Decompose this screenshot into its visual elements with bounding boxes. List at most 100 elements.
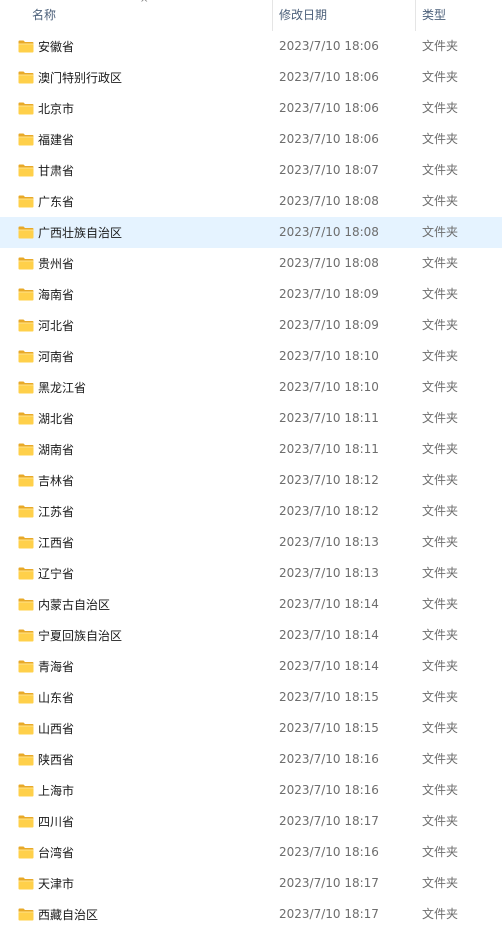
folder-name-cell[interactable]: 青海省 [18,651,74,682]
folder-icon [18,474,34,487]
item-type: 文件夹 [422,504,459,518]
folder-icon [18,102,34,115]
folder-name-cell[interactable]: 湖南省 [18,434,74,465]
folder-row[interactable]: 山东省 2023/7/10 18:15 文件夹 [0,682,502,713]
column-header-type[interactable]: 类型 [416,0,502,31]
folder-row[interactable]: 黑龙江省 2023/7/10 18:10 文件夹 [0,372,502,403]
folder-row[interactable]: 甘肃省 2023/7/10 18:07 文件夹 [0,155,502,186]
folder-row[interactable]: 台湾省 2023/7/10 18:16 文件夹 [0,837,502,868]
folder-row[interactable]: 广西壮族自治区 2023/7/10 18:08 文件夹 [0,217,502,248]
folder-name: 山西省 [38,722,75,736]
folder-row[interactable]: 湖北省 2023/7/10 18:11 文件夹 [0,403,502,434]
folder-icon [18,846,34,859]
folder-row[interactable]: 北京市 2023/7/10 18:06 文件夹 [0,93,502,124]
folder-name-cell[interactable]: 甘肃省 [18,155,74,186]
folder-icon [18,412,34,425]
folder-row[interactable]: 四川省 2023/7/10 18:17 文件夹 [0,806,502,837]
modified-date: 2023/7/10 18:06 [279,39,379,53]
item-type: 文件夹 [422,814,459,828]
folder-name: 广东省 [38,195,75,209]
folder-name-cell[interactable]: 福建省 [18,124,74,155]
folder-name-cell[interactable]: 陕西省 [18,744,74,775]
folder-name-cell[interactable]: 山西省 [18,713,74,744]
folder-row[interactable]: 河南省 2023/7/10 18:10 文件夹 [0,341,502,372]
folder-name-cell[interactable]: 广东省 [18,186,74,217]
folder-row[interactable]: 江西省 2023/7/10 18:13 文件夹 [0,527,502,558]
folder-name-cell[interactable]: 广西壮族自治区 [18,217,122,248]
modified-date: 2023/7/10 18:16 [279,752,379,766]
modified-date: 2023/7/10 18:14 [279,628,379,642]
folder-name-cell[interactable]: 湖北省 [18,403,74,434]
folder-row[interactable]: 西藏自治区 2023/7/10 18:17 文件夹 [0,899,502,930]
folder-name-cell[interactable]: 内蒙古自治区 [18,589,110,620]
folder-name: 黑龙江省 [38,381,87,395]
folder-name-cell[interactable]: 四川省 [18,806,74,837]
modified-date: 2023/7/10 18:07 [279,163,379,177]
folder-row[interactable]: 辽宁省 2023/7/10 18:13 文件夹 [0,558,502,589]
folder-row[interactable]: 山西省 2023/7/10 18:15 文件夹 [0,713,502,744]
folder-name: 内蒙古自治区 [38,598,111,612]
folder-icon [18,40,34,53]
folder-name: 安徽省 [38,40,75,54]
folder-name-cell[interactable]: 天津市 [18,868,74,899]
folder-icon [18,71,34,84]
folder-row[interactable]: 河北省 2023/7/10 18:09 文件夹 [0,310,502,341]
folder-name-cell[interactable]: 山东省 [18,682,74,713]
folder-icon [18,350,34,363]
folder-name-cell[interactable]: 上海市 [18,775,74,806]
folder-row[interactable]: 江苏省 2023/7/10 18:12 文件夹 [0,496,502,527]
folder-row[interactable]: 内蒙古自治区 2023/7/10 18:14 文件夹 [0,589,502,620]
folder-name-cell[interactable]: 澳门特别行政区 [18,62,122,93]
folder-name-cell[interactable]: 西藏自治区 [18,899,98,930]
folder-row[interactable]: 湖南省 2023/7/10 18:11 文件夹 [0,434,502,465]
folder-row[interactable]: 贵州省 2023/7/10 18:08 文件夹 [0,248,502,279]
folder-name-cell[interactable]: 河南省 [18,341,74,372]
folder-name-cell[interactable]: 宁夏回族自治区 [18,620,122,651]
folder-row[interactable]: 广东省 2023/7/10 18:08 文件夹 [0,186,502,217]
modified-date: 2023/7/10 18:10 [279,349,379,363]
folder-row[interactable]: 天津市 2023/7/10 18:17 文件夹 [0,868,502,899]
folder-row[interactable]: 吉林省 2023/7/10 18:12 文件夹 [0,465,502,496]
folder-row[interactable]: 青海省 2023/7/10 18:14 文件夹 [0,651,502,682]
folder-icon [18,908,34,921]
folder-name-cell[interactable]: 安徽省 [18,31,74,62]
folder-name-cell[interactable]: 辽宁省 [18,558,74,589]
column-header-name[interactable]: 名称 [26,0,272,31]
folder-name-cell[interactable]: 江苏省 [18,496,74,527]
folder-icon [18,784,34,797]
modified-date: 2023/7/10 18:06 [279,101,379,115]
item-type: 文件夹 [422,132,459,146]
folder-icon [18,226,34,239]
folder-icon [18,288,34,301]
item-type: 文件夹 [422,597,459,611]
item-type: 文件夹 [422,380,459,394]
folder-name-cell[interactable]: 河北省 [18,310,74,341]
folder-name-cell[interactable]: 吉林省 [18,465,74,496]
folder-name-cell[interactable]: 黑龙江省 [18,372,86,403]
folder-row[interactable]: 澳门特别行政区 2023/7/10 18:06 文件夹 [0,62,502,93]
folder-icon [18,257,34,270]
folder-name-cell[interactable]: 台湾省 [18,837,74,868]
modified-date: 2023/7/10 18:06 [279,70,379,84]
folder-row[interactable]: 福建省 2023/7/10 18:06 文件夹 [0,124,502,155]
folder-name-cell[interactable]: 北京市 [18,93,74,124]
folder-row[interactable]: 上海市 2023/7/10 18:16 文件夹 [0,775,502,806]
folder-name-cell[interactable]: 江西省 [18,527,74,558]
item-type: 文件夹 [422,876,459,890]
folder-name-cell[interactable]: 贵州省 [18,248,74,279]
folder-name-cell[interactable]: 海南省 [18,279,74,310]
folder-name: 福建省 [38,133,75,147]
item-type: 文件夹 [422,442,459,456]
folder-row[interactable]: 陕西省 2023/7/10 18:16 文件夹 [0,744,502,775]
folder-icon [18,164,34,177]
item-type: 文件夹 [422,628,459,642]
folder-row[interactable]: 安徽省 2023/7/10 18:06 文件夹 [0,31,502,62]
file-list: 安徽省 2023/7/10 18:06 文件夹 澳门特别行政区 2023/7/10 18… [0,31,502,930]
folder-name: 海南省 [38,288,75,302]
modified-date: 2023/7/10 18:08 [279,194,379,208]
folder-icon [18,815,34,828]
column-header-date[interactable]: 修改日期 [273,0,415,31]
modified-date: 2023/7/10 18:11 [279,442,379,456]
folder-row[interactable]: 宁夏回族自治区 2023/7/10 18:14 文件夹 [0,620,502,651]
folder-row[interactable]: 海南省 2023/7/10 18:09 文件夹 [0,279,502,310]
